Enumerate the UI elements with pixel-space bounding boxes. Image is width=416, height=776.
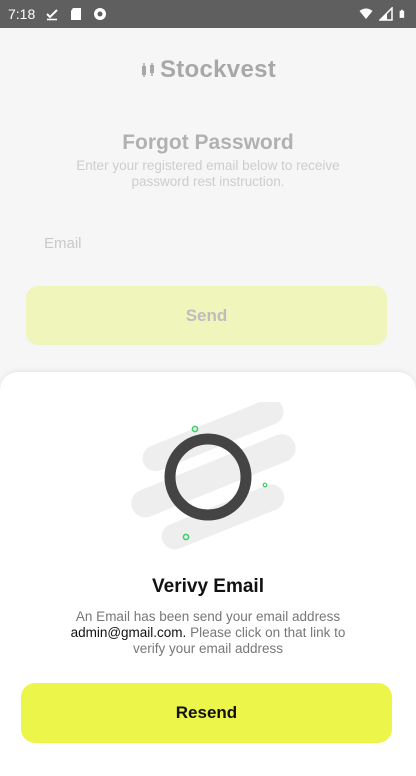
page-title: Forgot Password	[122, 131, 294, 154]
verify-email-sheet: Verivy Email An Email has been send your…	[0, 372, 416, 776]
user-email: admin@gmail.com.	[70, 625, 187, 640]
download-done-icon	[46, 9, 58, 21]
status-right	[359, 7, 408, 21]
brand-name-text: Stockvest	[159, 56, 277, 83]
message-prefix: An Email has been send your email addres…	[75, 609, 341, 624]
signal-icon	[379, 7, 393, 21]
status-bar: 7:18	[0, 0, 416, 28]
brand-name: Stockvest	[159, 50, 281, 84]
status-time: 7:18	[8, 6, 36, 22]
illustration-background-streaks	[131, 402, 296, 550]
sparkle-dot	[262, 482, 268, 488]
brand-logo: Stockvest	[0, 50, 416, 84]
battery-icon	[399, 9, 405, 18]
page-subtitle: Enter your registered email below to rec…	[76, 158, 340, 189]
send-button[interactable]: Send	[26, 286, 387, 345]
email-sent-illustration	[131, 402, 296, 550]
resend-button[interactable]: Resend	[21, 683, 392, 743]
sheet-title: Verivy Email	[152, 576, 264, 597]
wifi-icon	[359, 8, 373, 19]
sd-card-icon	[71, 8, 82, 20]
candlestick-icon	[141, 63, 154, 77]
status-left: 7:18	[8, 6, 107, 22]
sheet-message: An Email has been send your email addres…	[60, 609, 356, 657]
email-field[interactable]	[44, 228, 374, 258]
chrome-icon	[94, 8, 107, 20]
